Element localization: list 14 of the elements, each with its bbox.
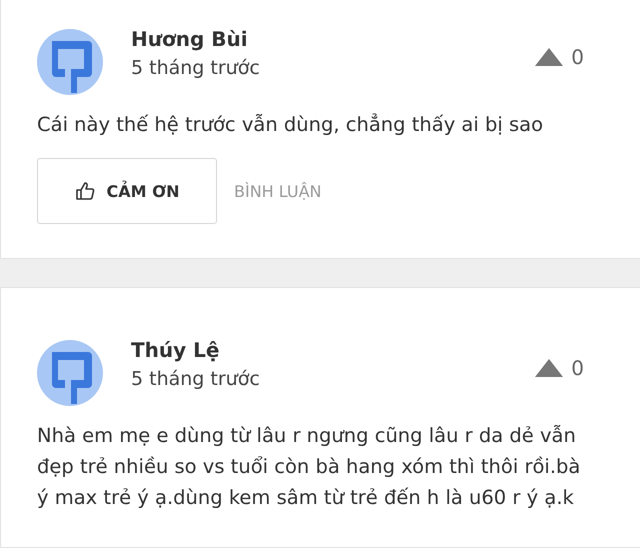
author-name[interactable]: Thúy Lệ bbox=[131, 338, 220, 362]
avatar-icon bbox=[37, 340, 103, 406]
vote-count: 0 bbox=[571, 356, 584, 380]
thanks-button[interactable]: CẢM ƠN bbox=[37, 158, 217, 224]
comment-time: 5 tháng trước bbox=[131, 368, 260, 390]
upvote-icon[interactable] bbox=[535, 48, 564, 66]
upvote-icon[interactable] bbox=[535, 359, 564, 377]
vote-count: 0 bbox=[571, 45, 584, 69]
comment-text: Nhà em mẹ e dùng từ lâu r ngưng cũng lâu r da dẻ vẫn đẹp trẻ nhiều so vs tuổi còn bà hang xóm thì thôi rồi.bà ý max trẻ ý ạ.dùng kem sâm từ trẻ đến h là u60 r ý ạ.k bbox=[37, 423, 580, 511]
comment-text: Cái này thế hệ trước vẫn dùng, chẳng thấy ai bị sao bbox=[37, 112, 544, 138]
thumbs-up-icon bbox=[74, 181, 94, 201]
comment-time: 5 tháng trước bbox=[131, 57, 260, 79]
author-name[interactable]: Hương Bùi bbox=[131, 27, 248, 51]
avatar-icon bbox=[37, 29, 103, 95]
